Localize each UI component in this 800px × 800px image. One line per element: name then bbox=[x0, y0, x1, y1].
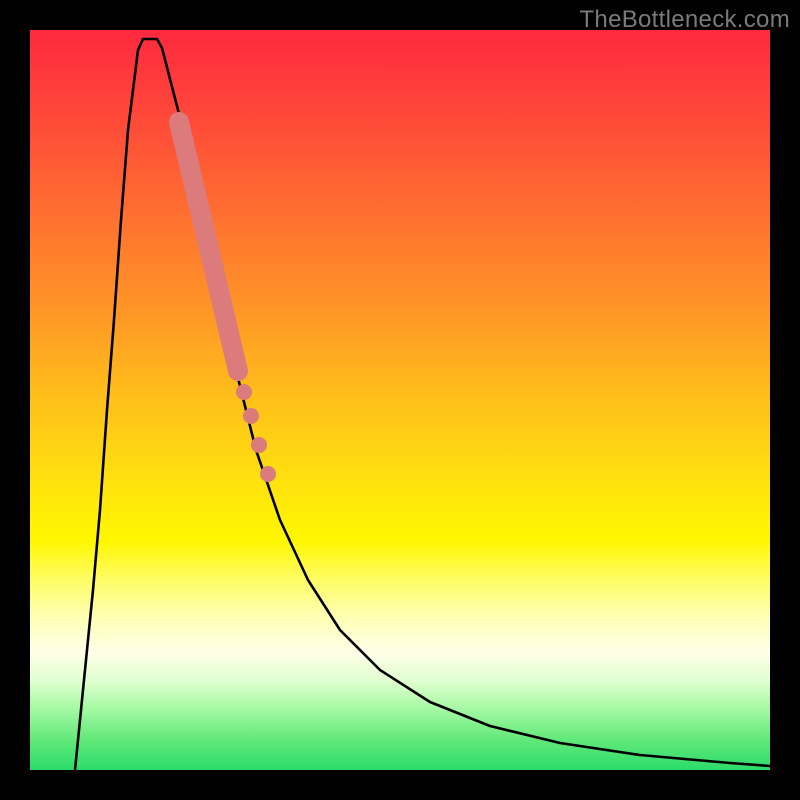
highlight-dot bbox=[260, 466, 276, 482]
highlight-dot bbox=[251, 437, 267, 453]
highlight-dot bbox=[243, 408, 259, 424]
plot-svg bbox=[30, 30, 770, 770]
highlight-dot-band bbox=[179, 122, 276, 482]
plot-gradient-background bbox=[30, 30, 770, 770]
highlight-dot bbox=[236, 384, 252, 400]
watermark-text: TheBottleneck.com bbox=[579, 6, 790, 34]
highlight-thick-segment bbox=[179, 122, 238, 371]
chart-frame: TheBottleneck.com bbox=[0, 0, 800, 800]
